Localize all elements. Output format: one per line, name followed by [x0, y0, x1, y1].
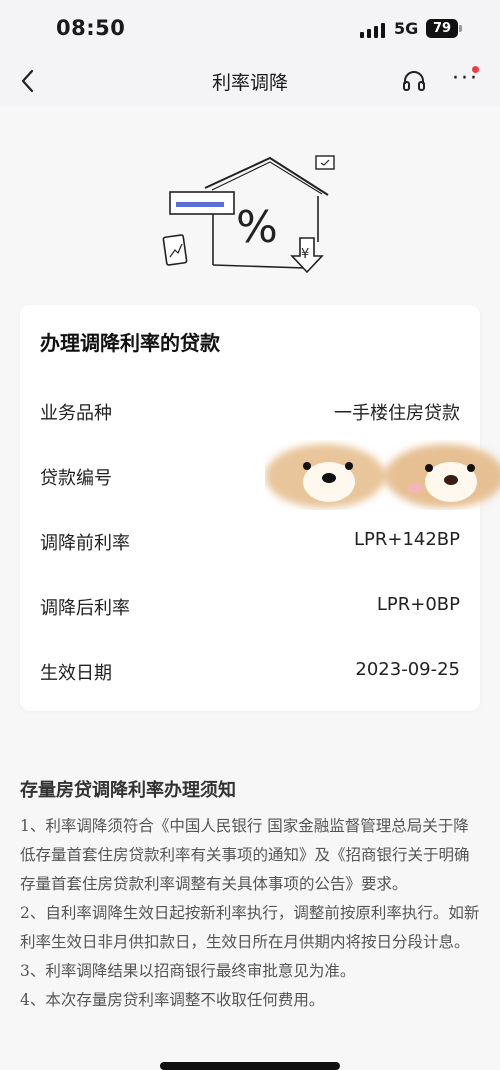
row-effective-date: 生效日期 2023-09-25 — [40, 659, 460, 689]
row-value: 2023-09-25 — [355, 659, 460, 680]
notice-list: 1、利率调降须符合《中国人民银行 国家金融监督管理总局关于降低存量首套住房贷款利… — [20, 812, 482, 1015]
row-value: LPR+0BP — [376, 594, 460, 615]
customer-service-button[interactable] — [400, 68, 428, 96]
row-label: 调降后利率 — [40, 598, 130, 619]
notice-item: 4、本次存量房贷利率调整不收取任何费用。 — [20, 991, 325, 1009]
row-value: LPR+142BP — [353, 529, 460, 550]
home-indicator — [160, 1062, 340, 1070]
status-time: 08:50 — [56, 16, 126, 40]
signal-icon — [360, 22, 386, 38]
row-label: 调降前利率 — [40, 533, 130, 554]
row-rate-after: 调降后利率 LPR+0BP — [40, 594, 460, 624]
battery-tip — [459, 25, 462, 32]
notice-item: 3、利率调降结果以招商银行最终审批意见为准。 — [20, 962, 356, 980]
notification-dot — [472, 66, 479, 73]
yen-symbol: ¥ — [301, 247, 309, 262]
loan-info-card: 办理调降利率的贷款 业务品种 一手楼住房贷款 贷款编号 调降前利率 LPR+14… — [20, 305, 500, 711]
status-bar: 08:50 5G 79 — [0, 0, 500, 58]
house-rate-illustration: % ¥ — [162, 155, 335, 274]
notice-item: 1、利率调降须符合《中国人民银行 国家金融监督管理总局关于降低存量首套住房贷款利… — [20, 817, 470, 893]
row-value: 一手楼住房贷款 — [334, 403, 460, 424]
row-label: 贷款编号 — [40, 468, 112, 489]
percent-symbol: % — [236, 202, 278, 253]
notice-item: 2、自利率调降生效日起按新利率执行，调整前按原利率执行。如新利率生效日非月供扣款… — [20, 904, 480, 951]
row-business-type: 业务品种 一手楼住房贷款 — [40, 399, 460, 429]
redaction-sticker — [265, 444, 500, 508]
card-title: 办理调降利率的贷款 — [40, 331, 220, 355]
notice-title: 存量房贷调降利率办理须知 — [20, 780, 236, 801]
nav-bar: 利率调降 ··· — [0, 58, 500, 104]
headset-icon — [403, 71, 425, 91]
row-label: 生效日期 — [40, 663, 112, 684]
battery-icon: 79 — [426, 19, 458, 38]
row-label: 业务品种 — [40, 403, 112, 424]
row-rate-before: 调降前利率 LPR+142BP — [40, 529, 460, 559]
network-label: 5G — [394, 19, 419, 38]
